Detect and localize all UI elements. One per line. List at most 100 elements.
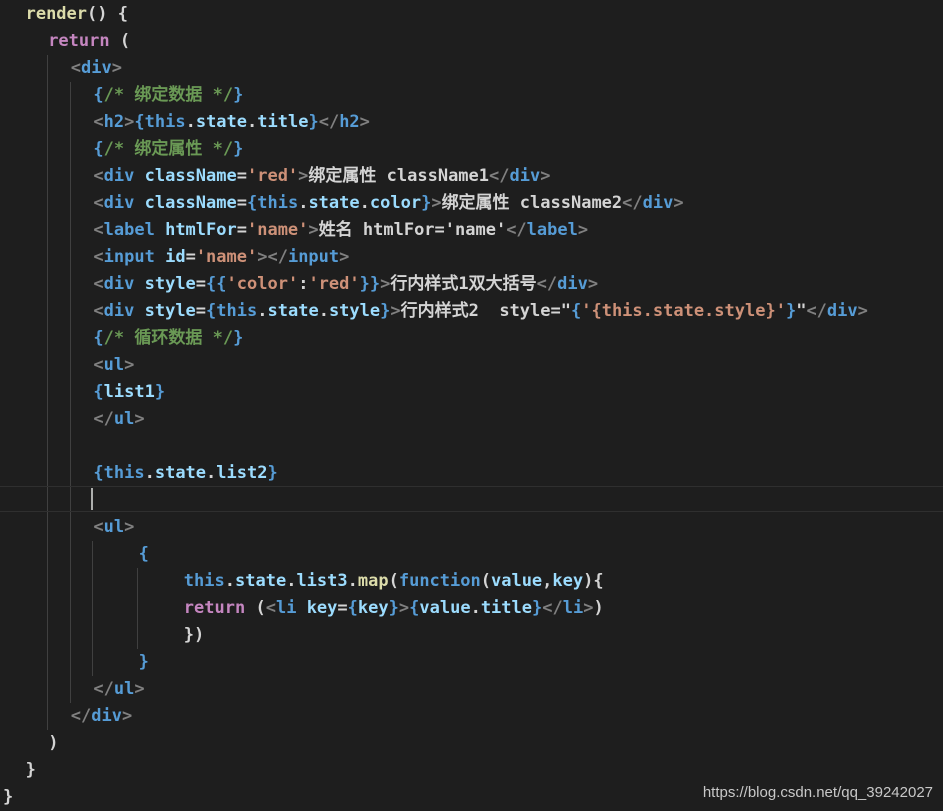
code-token: 行内样式1双大括号: [390, 274, 537, 294]
code-token: list3: [296, 571, 348, 591]
code-line[interactable]: }): [184, 622, 204, 649]
code-token: state: [235, 571, 287, 591]
code-token: >: [587, 274, 599, 294]
code-token: =: [236, 193, 247, 213]
code-token: 绑定属性 className1: [308, 166, 490, 186]
code-line[interactable]: </div>: [71, 703, 132, 730]
code-line[interactable]: return (<li key={key}>{value.title}</li>…: [184, 595, 604, 622]
code-token: div: [642, 193, 674, 213]
code-line[interactable]: <div className='red'>绑定属性 className1</di…: [93, 163, 550, 190]
code-token: {{: [206, 274, 227, 294]
code-token: <: [93, 517, 104, 537]
code-token: }: [267, 463, 278, 483]
code-line[interactable]: <div style={{'color':'red'}}>行内样式1双大括号</…: [93, 271, 598, 298]
code-token: /* 循环数据 */: [103, 328, 234, 348]
code-line[interactable]: </ul>: [93, 406, 144, 433]
code-token: className: [144, 193, 237, 213]
code-line[interactable]: {: [139, 541, 149, 568]
indent-guide: [92, 541, 93, 676]
code-line[interactable]: <div style={this.state.style}>行内样式2 styl…: [93, 298, 868, 325]
code-token: >: [134, 679, 145, 699]
code-line[interactable]: {/* 绑定属性 */}: [93, 136, 243, 163]
code-line[interactable]: <input id='name'></input>: [93, 244, 349, 271]
code-token: =: [236, 166, 247, 186]
code-token: return: [183, 598, 246, 618]
code-token: {: [570, 301, 582, 321]
code-token: >: [390, 301, 401, 321]
code-token: </: [506, 220, 527, 240]
code-token: .: [470, 598, 481, 618]
code-token: key: [306, 598, 338, 618]
code-line[interactable]: this.state.list3.map(function(value,key)…: [184, 568, 604, 595]
code-token: style: [144, 274, 196, 294]
code-line[interactable]: {/* 绑定数据 */}: [93, 82, 243, 109]
code-token: >: [124, 517, 135, 537]
code-token: .: [247, 112, 258, 132]
code-token: </: [93, 409, 114, 429]
code-token: }: [388, 598, 399, 618]
code-token: title: [480, 598, 532, 618]
code-line[interactable]: render() {: [26, 1, 128, 28]
code-token: key: [552, 571, 584, 591]
code-token: id: [165, 247, 186, 267]
code-token: {: [93, 328, 104, 348]
code-line[interactable]: <ul>: [93, 514, 134, 541]
code-token: div: [103, 166, 135, 186]
code-line[interactable]: }: [3, 784, 13, 811]
code-token: 姓名 htmlFor='name': [318, 220, 507, 240]
code-line[interactable]: }: [26, 757, 36, 784]
code-token: =: [195, 274, 207, 294]
code-token: /* 绑定属性 */: [103, 139, 234, 159]
code-token: div: [91, 706, 122, 726]
code-token: </: [70, 706, 92, 726]
code-token: </: [622, 193, 643, 213]
code-token: div: [509, 166, 541, 186]
code-token: >: [134, 409, 145, 429]
code-token: htmlFor: [165, 220, 237, 240]
code-token: >: [339, 247, 350, 267]
code-token: ></: [257, 247, 288, 267]
code-token: >: [122, 706, 133, 726]
code-line[interactable]: ): [48, 730, 58, 757]
code-token: }: [233, 85, 244, 105]
code-line[interactable]: {list1}: [93, 379, 165, 406]
code-line[interactable]: <h2>{this.state.title}</h2>: [93, 109, 370, 136]
code-line[interactable]: <div>: [71, 55, 122, 82]
code-token: ul: [103, 517, 125, 537]
code-token: input: [287, 247, 340, 267]
code-token: >: [577, 220, 589, 240]
code-line[interactable]: {this.state.list2}: [93, 460, 277, 487]
code-line[interactable]: <label htmlFor='name'>姓名 htmlFor='name'<…: [93, 217, 588, 244]
code-line[interactable]: return (: [48, 28, 130, 55]
code-token: ul: [113, 679, 135, 699]
code-token: }: [421, 193, 432, 213]
code-token: }: [233, 139, 244, 159]
code-token: =: [337, 598, 348, 618]
code-editor[interactable]: render() {return (<div> {/* 绑定数据 */} <h2>{…: [0, 0, 943, 811]
code-token: ": [796, 301, 807, 321]
code-token: <: [93, 355, 104, 375]
code-token: 'name': [246, 220, 309, 240]
code-token: .: [206, 463, 217, 483]
code-token: .: [144, 463, 155, 483]
code-token: {: [134, 112, 145, 132]
code-token: {: [138, 544, 149, 564]
code-line[interactable]: <ul>: [93, 352, 134, 379]
code-line[interactable]: </ul>: [93, 676, 144, 703]
code-token: ,: [542, 571, 553, 591]
code-line[interactable]: }: [139, 649, 149, 676]
code-token: =: [185, 247, 196, 267]
code-token: >: [359, 112, 370, 132]
code-token: .: [359, 193, 370, 213]
code-token: return: [48, 31, 110, 51]
code-token: <: [93, 301, 104, 321]
code-token: state: [154, 463, 207, 483]
code-token: function: [398, 571, 481, 591]
code-line[interactable]: {/* 循环数据 */}: [93, 325, 243, 352]
code-line[interactable]: <div className={this.state.color}>绑定属性 c…: [93, 190, 683, 217]
code-token: >: [583, 598, 594, 618]
code-token: {: [93, 139, 104, 159]
